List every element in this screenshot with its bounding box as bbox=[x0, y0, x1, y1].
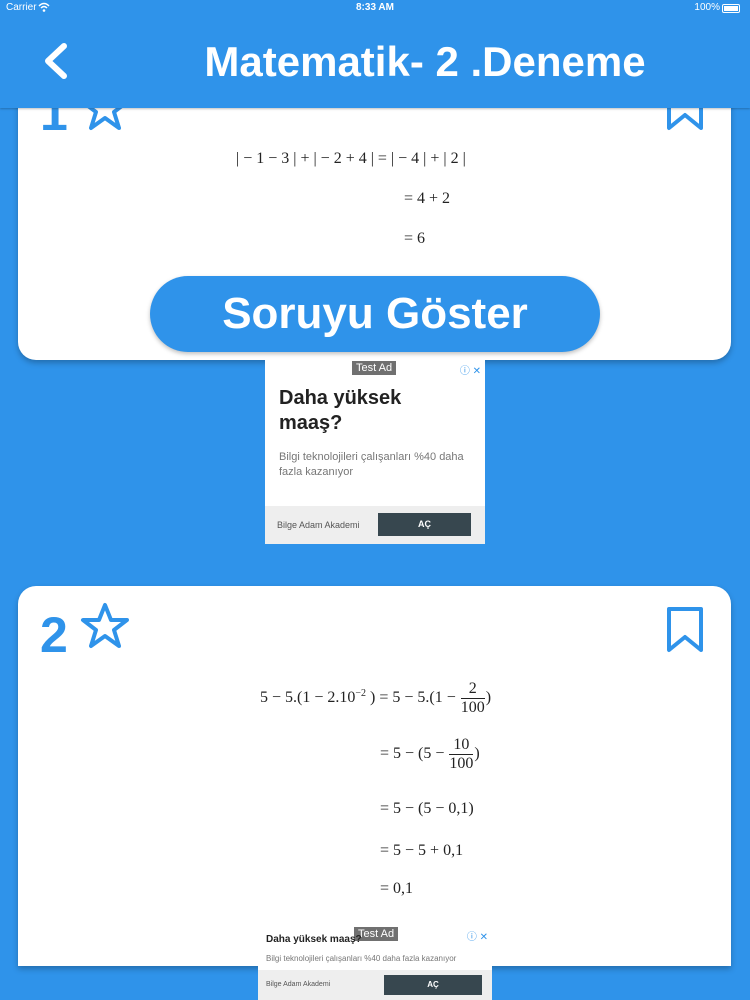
favorite-star-icon[interactable] bbox=[80, 602, 130, 650]
ad-banner[interactable]: Test Ad ⓘ ✕ Daha yüksek maaş? Bilgi tekn… bbox=[258, 926, 492, 1000]
page-title: Matematik- 2 .Deneme bbox=[204, 38, 646, 85]
navigation-bar: Matematik- 2 .Deneme bbox=[0, 16, 750, 108]
ad-advertiser: Bilge Adam Akademi bbox=[266, 981, 331, 988]
ad-footer: Bilge Adam Akademi AÇ bbox=[265, 506, 485, 544]
ad-headline: Daha yüksek maaş? bbox=[266, 934, 362, 945]
ad-banner[interactable]: Test Ad ⓘ ✕ Daha yüksek maaş? Bilgi tekn… bbox=[265, 360, 485, 544]
ad-headline: Daha yüksek maaş? bbox=[279, 387, 402, 434]
solution-line: 5 − 5.(1 − 2.10−2 ) = 5 − 5.(1 − 2 100) bbox=[260, 680, 492, 716]
show-question-button[interactable]: Soruyu Göster bbox=[150, 276, 600, 352]
ad-advertiser: Bilge Adam Akademi bbox=[277, 520, 360, 530]
solution-line: = 5 − 5 + 0,1 bbox=[380, 842, 464, 859]
back-chevron-icon[interactable] bbox=[38, 38, 78, 84]
ad-cta-button[interactable]: AÇ bbox=[384, 975, 482, 995]
solution-line: = 5 − (5 − 10 100) bbox=[380, 736, 480, 772]
solution-line: = 4 + 2 bbox=[404, 190, 451, 207]
solution-line: = 6 bbox=[404, 230, 426, 247]
ad-footer: Bilge Adam Akademi AÇ bbox=[258, 970, 492, 1000]
ad-cta-button[interactable]: AÇ bbox=[378, 513, 471, 536]
solution-line: = 0,1 bbox=[380, 880, 414, 897]
battery-percent: 100% bbox=[694, 2, 720, 13]
ad-body: Bilgi teknolojileri çalışanları %40 daha… bbox=[279, 451, 464, 478]
bookmark-icon[interactable] bbox=[665, 606, 705, 654]
ad-tag: Test Ad bbox=[352, 361, 397, 375]
ad-choices-icon[interactable]: ⓘ ✕ bbox=[467, 928, 488, 943]
status-time: 8:33 AM bbox=[356, 2, 394, 13]
battery-icon bbox=[722, 4, 740, 13]
ad-choices-icon[interactable]: ⓘ ✕ bbox=[460, 362, 481, 377]
question-number: 2 bbox=[40, 607, 68, 663]
status-bar: Carrier 8:33 AM 100% bbox=[0, 0, 750, 16]
solution-line: = 5 − (5 − 0,1) bbox=[380, 800, 474, 817]
ad-body: Bilgi teknolojileri çalışanları %40 daha… bbox=[266, 954, 457, 963]
question-card-2: 2 5 − 5.(1 − 2.10−2 ) = 5 − 5.(1 − 2 100)… bbox=[18, 586, 731, 966]
solution-line: | − 1 − 3 | + | − 2 + 4 | = | − 4 | + | … bbox=[236, 150, 466, 167]
